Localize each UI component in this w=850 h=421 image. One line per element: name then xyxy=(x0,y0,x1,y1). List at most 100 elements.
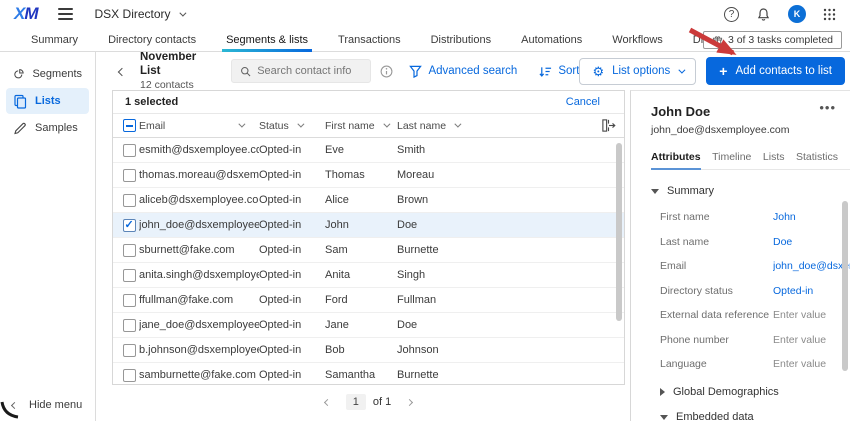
back-button[interactable] xyxy=(116,59,128,83)
nav-tab[interactable]: Segments & lists xyxy=(211,28,323,51)
table-scrollbar[interactable] xyxy=(616,143,622,321)
row-checkbox[interactable] xyxy=(123,144,136,157)
global-demographics-toggle[interactable]: Global Demographics xyxy=(651,386,850,398)
attribute-row: External data reference Enter value xyxy=(660,309,850,321)
attribute-value[interactable]: Opted-in xyxy=(773,285,813,297)
column-label: Status xyxy=(259,120,289,132)
page-total-label: of 1 xyxy=(373,396,391,408)
info-icon[interactable] xyxy=(380,65,393,78)
table-row[interactable]: ffullman@fake.com Opted-in Ford Fullman xyxy=(113,288,624,313)
cell-last-name: Brown xyxy=(397,194,507,206)
attribute-value[interactable]: Doe xyxy=(773,236,792,248)
more-options-icon[interactable]: ••• xyxy=(819,104,836,112)
table-row[interactable]: jane_doe@dsxemployee.... Opted-in Jane D… xyxy=(113,313,624,338)
column-header-first-name[interactable]: First name xyxy=(325,120,397,132)
lists-icon xyxy=(13,94,27,109)
row-checkbox[interactable] xyxy=(123,194,136,207)
search-box[interactable] xyxy=(231,59,371,83)
prev-page-icon[interactable] xyxy=(324,398,331,405)
xm-logo[interactable]: XM xyxy=(14,4,38,24)
search-input[interactable] xyxy=(257,65,362,77)
attributes-list: First name John Last name Doe Email john… xyxy=(651,211,850,370)
help-icon[interactable]: ? xyxy=(724,7,739,22)
select-all-checkbox[interactable] xyxy=(123,119,136,132)
row-checkbox[interactable] xyxy=(123,244,136,257)
row-checkbox[interactable] xyxy=(123,369,136,382)
table-row[interactable]: samburnette@fake.com Opted-in Samantha B… xyxy=(113,363,624,385)
list-options-button[interactable]: ⚙ List options xyxy=(579,58,696,85)
table-row[interactable]: esmith@dsxemployee.com Opted-in Eve Smit… xyxy=(113,138,624,163)
summary-section-toggle[interactable]: Summary xyxy=(651,185,850,197)
nav-tab[interactable]: Distributions xyxy=(416,28,507,51)
attribute-value[interactable]: John xyxy=(773,211,796,223)
panel-tab[interactable]: Statistics xyxy=(796,147,838,169)
cell-email: john_doe@dsxemployee.... xyxy=(139,219,259,231)
cell-first-name: Samantha xyxy=(325,369,397,381)
cancel-selection-link[interactable]: Cancel xyxy=(566,96,600,108)
table-row[interactable]: thomas.moreau@dsxempl... Opted-in Thomas… xyxy=(113,163,624,188)
hide-menu-button[interactable]: Hide menu xyxy=(12,399,82,411)
next-page-icon[interactable] xyxy=(406,398,413,405)
nav-tab[interactable]: Workflows xyxy=(597,28,678,51)
page-number-input[interactable]: 1 xyxy=(346,394,366,410)
directory-switcher[interactable]: DSX Directory xyxy=(95,7,184,21)
panel-tab[interactable]: Attributes xyxy=(651,147,701,169)
table-row[interactable]: sburnett@fake.com Opted-in Sam Burnette xyxy=(113,238,624,263)
row-checkbox[interactable] xyxy=(123,319,136,332)
column-header-email[interactable]: Email xyxy=(139,120,259,132)
cell-last-name: Burnette xyxy=(397,369,507,381)
table-row[interactable]: aliceb@dsxemployee.com Opted-in Alice Br… xyxy=(113,188,624,213)
attribute-value[interactable]: Enter value xyxy=(773,334,826,346)
row-checkbox[interactable] xyxy=(123,269,136,282)
sidebar-item-label: Segments xyxy=(32,68,82,80)
row-checkbox[interactable] xyxy=(123,344,136,357)
gift-icon xyxy=(712,35,723,46)
add-contacts-button[interactable]: + Add contacts to list xyxy=(706,57,845,85)
attribute-label: External data reference xyxy=(660,309,773,321)
nav-tab[interactable]: Summary xyxy=(16,28,93,51)
cell-email: ffullman@fake.com xyxy=(139,294,259,306)
chevron-down-icon xyxy=(679,66,686,73)
table-row[interactable]: b.johnson@dsxemployee.... Opted-in Bob J… xyxy=(113,338,624,363)
column-header-last-name[interactable]: Last name xyxy=(397,120,507,132)
notifications-bell-icon[interactable] xyxy=(756,7,771,22)
cell-status: Opted-in xyxy=(259,294,325,306)
sidebar-item-label: Samples xyxy=(35,122,78,134)
attribute-row: Last name Doe xyxy=(660,236,850,248)
sort-button[interactable]: Sort xyxy=(539,65,579,78)
triangle-right-icon xyxy=(660,388,665,396)
embedded-data-toggle[interactable]: Embedded data xyxy=(651,411,850,421)
table-row[interactable]: john_doe@dsxemployee.... Opted-in John D… xyxy=(113,213,624,238)
list-options-label: List options xyxy=(612,65,670,77)
selection-bar: 1 selected Cancel xyxy=(113,91,624,114)
cell-email: samburnette@fake.com xyxy=(139,369,259,381)
attribute-value[interactable]: Enter value xyxy=(773,309,826,321)
table-row[interactable]: anita.singh@dsxemployee... Opted-in Anit… xyxy=(113,263,624,288)
panel-scrollbar[interactable] xyxy=(842,201,848,371)
attribute-value[interactable]: Enter value xyxy=(773,358,826,370)
contact-name: John Doe xyxy=(651,104,710,119)
panel-tab[interactable]: Lists xyxy=(763,147,785,169)
directory-nav: Summary Directory contactsSegments & list… xyxy=(0,28,850,52)
nav-tab[interactable]: Automations xyxy=(506,28,597,51)
attribute-value[interactable]: john_doe@dsxem... xyxy=(773,260,850,272)
app-waffle-icon[interactable] xyxy=(823,8,836,21)
cell-status: Opted-in xyxy=(259,219,325,231)
sidebar-item-samples[interactable]: Samples xyxy=(6,115,89,141)
nav-tab-label: Summary xyxy=(31,34,78,46)
sidebar-item-segments[interactable]: Segments xyxy=(6,61,89,87)
user-avatar[interactable]: K xyxy=(788,5,806,23)
hamburger-menu-icon[interactable] xyxy=(58,8,73,20)
row-checkbox[interactable] xyxy=(123,169,136,182)
nav-tab[interactable]: Directory contacts xyxy=(93,28,211,51)
manage-columns-icon[interactable] xyxy=(601,118,616,136)
panel-tab[interactable]: Timeline xyxy=(712,147,751,169)
row-checkbox[interactable] xyxy=(123,294,136,307)
nav-tab[interactable]: Transactions xyxy=(323,28,416,51)
row-checkbox[interactable] xyxy=(123,219,136,232)
advanced-search-button[interactable]: Advanced search xyxy=(409,65,517,78)
column-header-status[interactable]: Status xyxy=(259,120,325,132)
panel-tabs: Attributes Timeline Lists Statistics xyxy=(651,147,850,170)
tasks-completed-badge[interactable]: 3 of 3 tasks completed xyxy=(703,31,842,49)
sidebar-item-lists[interactable]: Lists xyxy=(6,88,89,114)
